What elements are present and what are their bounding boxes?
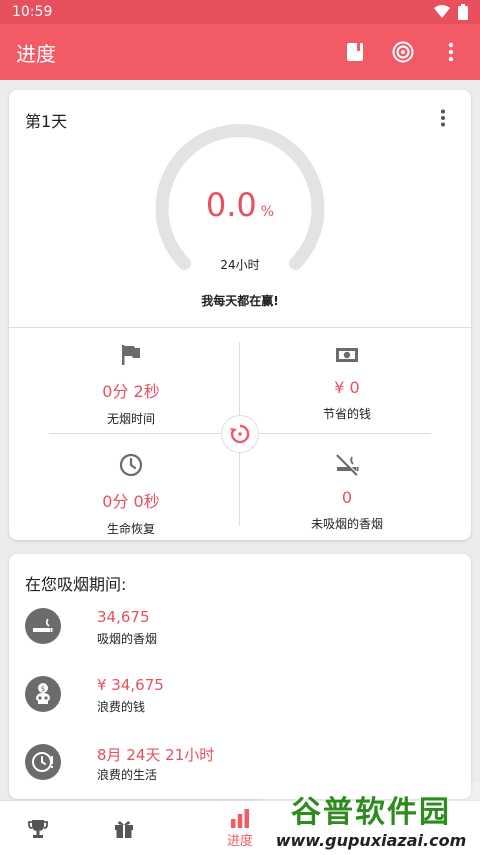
skull-money-icon: $: [36, 683, 50, 704]
clock-alert-icon: [32, 752, 53, 772]
watermark: 谷普软件园 www.gupuxiazai.com: [262, 782, 480, 855]
stat-value: 0分 2秒: [102, 382, 160, 401]
card-menu-button[interactable]: [433, 108, 453, 128]
more-vert-icon: [441, 109, 445, 127]
gauge-subtitle: 24小时: [220, 258, 260, 272]
history-value: 34,675: [97, 608, 150, 626]
stat-label: 无烟时间: [106, 412, 155, 426]
smoking-history-card: 在您吸烟期间: 34,675 吸烟的香烟 $ ¥ 34,675 浪费的钱 8月 …: [9, 554, 471, 799]
svg-text:$: $: [41, 685, 45, 693]
money-icon: [336, 348, 358, 362]
stat-money-saved: ¥ 0 节省的钱: [247, 342, 447, 422]
clock-icon: [119, 453, 143, 477]
target-icon: [392, 41, 414, 63]
status-time: 10:59: [12, 4, 53, 20]
stat-life-regained: 0分 0秒 生命恢复: [31, 452, 231, 537]
overflow-menu-button[interactable]: [438, 39, 464, 65]
watermark-title: 谷普软件园: [291, 795, 451, 830]
app-bar: 进度: [0, 24, 480, 80]
goal-button[interactable]: [390, 39, 416, 65]
history-label: 浪费的生活: [97, 768, 158, 782]
motto-text: 我每天都在赢!: [201, 294, 279, 308]
list-item: $ ¥ 34,675 浪费的钱: [25, 674, 455, 718]
percent-unit: %: [260, 204, 275, 220]
history-label: 吸烟的香烟: [97, 632, 158, 646]
battery-icon: [458, 4, 468, 20]
stat-smoke-free-time: 0分 2秒 无烟时间: [31, 342, 231, 427]
diary-button[interactable]: [342, 39, 368, 65]
history-value: 8月 24天 21小时: [97, 746, 215, 764]
reset-button[interactable]: [221, 415, 259, 453]
nav-progress-label: 进度: [226, 834, 253, 849]
more-vert-icon: [448, 42, 454, 62]
nav-achievements[interactable]: [20, 801, 56, 855]
section-title: 在您吸烟期间:: [25, 575, 127, 594]
bar-chart-icon: [231, 809, 249, 828]
nav-progress[interactable]: 进度: [218, 801, 262, 855]
percent-value: 0.0: [205, 186, 257, 224]
book-icon: [347, 43, 363, 61]
stat-cigarettes-not-smoked: 0 未吸烟的香烟: [247, 452, 447, 532]
cigarette-icon: [33, 618, 53, 632]
stat-value: 0: [341, 488, 353, 507]
stat-value: 0分 0秒: [102, 492, 160, 511]
gift-icon: [115, 820, 133, 838]
page-title: 进度: [16, 41, 56, 66]
day-label: 第1天: [25, 112, 68, 131]
nav-rewards[interactable]: [106, 801, 142, 855]
progress-card: 第1天 0.0% 24小时 我每天都在赢! 0分 2秒 无烟时间 ¥ 0 节省的…: [9, 90, 471, 540]
stat-label: 未吸烟的香烟: [310, 517, 383, 531]
stat-label: 节省的钱: [322, 407, 371, 421]
wifi-icon: [434, 5, 450, 18]
stat-value: ¥ 0: [334, 378, 360, 397]
watermark-url: www.gupuxiazai.com: [275, 831, 467, 850]
stat-label: 生命恢复: [106, 522, 155, 536]
list-item: 34,675 吸烟的香烟: [25, 606, 455, 650]
trophy-icon: [28, 819, 48, 838]
progress-gauge: 0.0% 24小时: [152, 118, 328, 278]
flag-icon: [122, 345, 140, 365]
status-bar: 10:59: [0, 0, 480, 24]
divider: [9, 327, 471, 328]
history-label: 浪费的钱: [97, 700, 146, 714]
history-value: ¥ 34,675: [97, 676, 164, 694]
percent-readout: 0.0%: [152, 186, 328, 224]
no-smoking-icon: [336, 453, 359, 476]
restart-icon: [230, 424, 250, 444]
list-item: 8月 24天 21小时 浪费的生活: [25, 742, 455, 786]
